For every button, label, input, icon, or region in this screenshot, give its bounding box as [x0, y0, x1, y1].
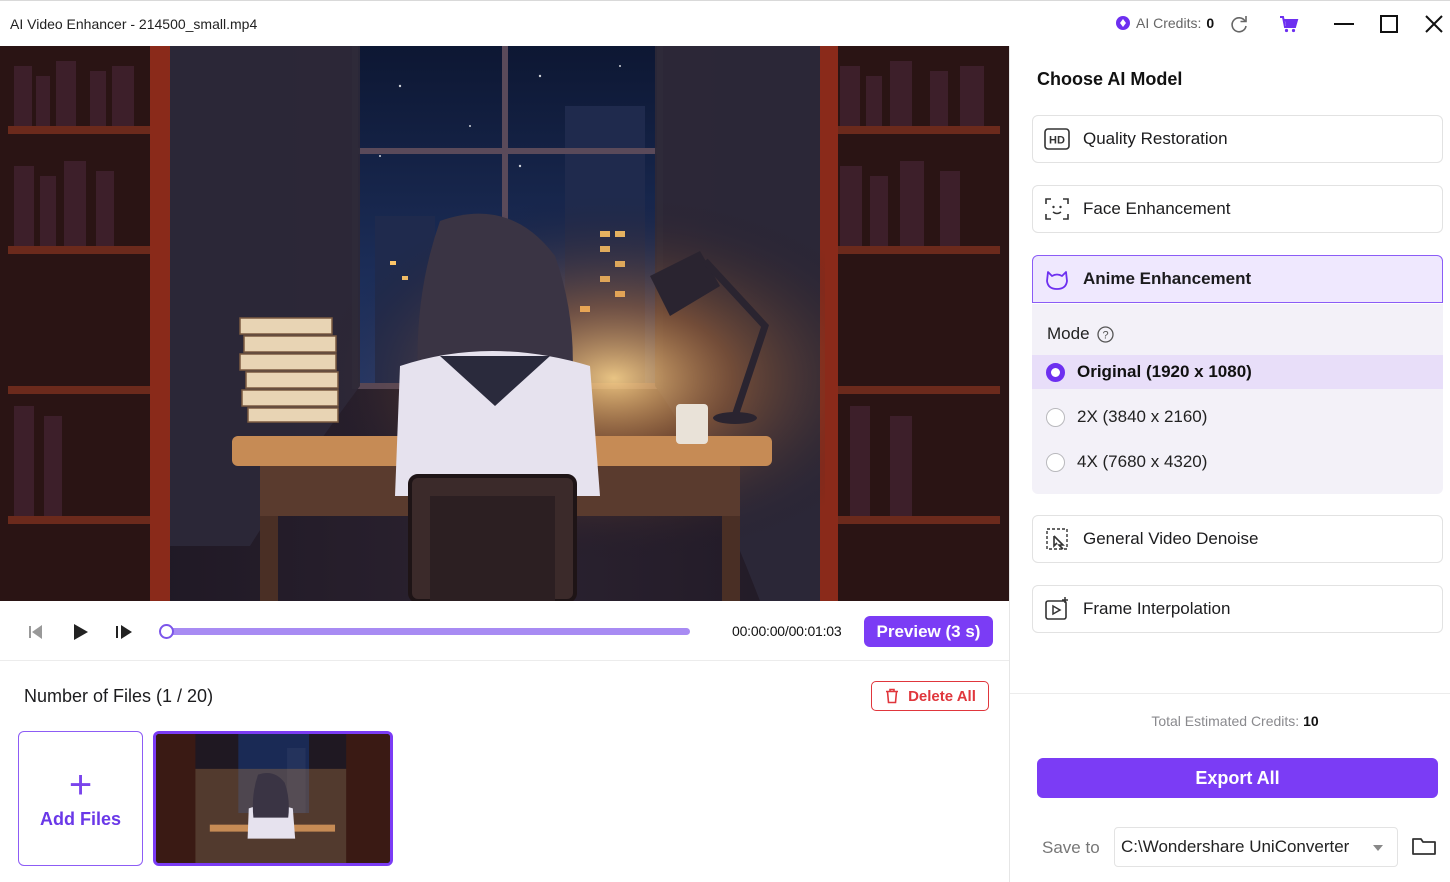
model-quality-restoration[interactable]: HD Quality Restoration [1032, 115, 1443, 163]
model-general-video-denoise[interactable]: General Video Denoise [1032, 515, 1443, 563]
cart-icon[interactable] [1278, 13, 1300, 35]
credits-gem-icon [1116, 16, 1130, 30]
delete-all-label: Delete All [908, 687, 976, 705]
total-label: Total Estimated Credits: [1151, 713, 1300, 729]
save-path-value: C:\Wondershare UniConverter [1121, 837, 1350, 856]
mode-option-4x[interactable]: 4X (7680 x 4320) [1032, 445, 1443, 479]
ai-credits: AI Credits: 0 [1116, 15, 1214, 31]
refresh-icon[interactable] [1228, 13, 1250, 35]
radio-selected-icon[interactable] [1046, 362, 1065, 382]
export-all-button[interactable]: Export All [1037, 758, 1438, 798]
progress-knob[interactable] [159, 624, 174, 639]
folder-icon[interactable] [1411, 834, 1437, 858]
save-to-label: Save to [1042, 838, 1100, 857]
maximize-icon[interactable] [1378, 13, 1400, 35]
model-label: General Video Denoise [1083, 529, 1259, 548]
mode-option-label: 2X (3840 x 2160) [1077, 407, 1208, 426]
total-value: 10 [1303, 713, 1319, 729]
panel-title: Choose AI Model [1037, 69, 1183, 89]
video-frame-image [0, 46, 1009, 601]
model-label: Anime Enhancement [1083, 269, 1252, 288]
mode-option-2x[interactable]: 2X (3840 x 2160) [1032, 400, 1443, 434]
player-controls: 00:00:00/00:01:03 Preview (3 s) [0, 601, 1009, 661]
save-path-dropdown[interactable]: C:\Wondershare UniConverter [1114, 827, 1398, 867]
total-estimated-credits: Total Estimated Credits: 10 [1010, 713, 1450, 729]
anime-icon [1044, 266, 1070, 292]
panel-divider [1010, 693, 1450, 694]
play-icon[interactable] [68, 620, 92, 644]
minimize-icon[interactable] [1333, 13, 1355, 35]
add-files-button[interactable]: + Add Files [18, 731, 143, 866]
credits-label: AI Credits: [1136, 15, 1202, 31]
mode-options-box: Mode ? Original (1920 x 1080) 2X (3840 x… [1032, 304, 1443, 494]
model-label: Quality Restoration [1083, 129, 1228, 148]
model-label: Frame Interpolation [1083, 599, 1231, 618]
model-face-enhancement[interactable]: Face Enhancement [1032, 185, 1443, 233]
files-count-title: Number of Files (1 / 20) [24, 686, 214, 706]
mode-option-label: 4X (7680 x 4320) [1077, 452, 1208, 471]
plus-icon: + [68, 763, 93, 807]
svg-text:HD: HD [1049, 135, 1065, 147]
model-frame-interpolation[interactable]: Frame Interpolation [1032, 585, 1443, 633]
ai-model-panel: Choose AI Model HD Quality Restoration F… [1009, 46, 1450, 882]
previous-frame-icon[interactable] [22, 620, 46, 644]
frame-interpolation-icon [1044, 596, 1070, 622]
denoise-icon [1044, 526, 1070, 552]
next-frame-icon[interactable] [112, 620, 136, 644]
hd-icon: HD [1044, 126, 1070, 152]
trash-icon [886, 688, 899, 704]
mode-option-label: Original (1920 x 1080) [1077, 362, 1252, 381]
radio-icon[interactable] [1046, 407, 1065, 427]
credits-value: 0 [1206, 15, 1215, 31]
mode-label: Mode ? [1047, 324, 1114, 344]
progress-track[interactable] [167, 628, 690, 635]
face-scan-icon [1044, 196, 1070, 222]
svg-text:?: ? [1102, 329, 1108, 341]
help-icon[interactable]: ? [1096, 325, 1114, 343]
close-icon[interactable] [1423, 13, 1445, 35]
preview-button[interactable]: Preview (3 s) [864, 616, 993, 647]
radio-icon[interactable] [1046, 452, 1065, 472]
title-bar: AI Video Enhancer - 214500_small.mp4 AI … [0, 0, 1450, 46]
mode-label-text: Mode [1047, 324, 1090, 343]
model-label: Face Enhancement [1083, 199, 1231, 218]
window-title: AI Video Enhancer - 214500_small.mp4 [10, 16, 258, 32]
video-preview[interactable] [0, 46, 1009, 601]
add-files-label: Add Files [39, 809, 121, 829]
model-anime-enhancement[interactable]: Anime Enhancement [1032, 255, 1443, 303]
timecode: 00:00:00/00:01:03 [732, 623, 842, 639]
mode-option-original[interactable]: Original (1920 x 1080) [1032, 355, 1443, 389]
chevron-down-icon [1373, 845, 1383, 851]
video-thumbnail[interactable] [153, 731, 393, 866]
delete-all-button[interactable]: Delete All [871, 681, 989, 711]
thumbnail-image [156, 734, 390, 863]
